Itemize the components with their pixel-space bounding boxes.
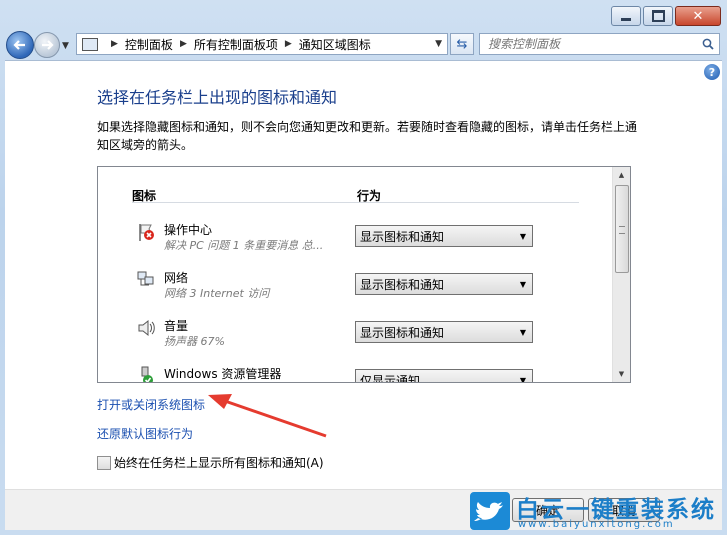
chevron-down-icon: ▼ [519, 279, 526, 289]
window: ✕ ▼ ▶ 控制面板 ▶ 所有控制面板项 ▶ 通知区域图标 ▼ ⇆ ? 选择在任… [0, 0, 727, 535]
watermark-url: www.baiyunxitong.com [518, 519, 675, 530]
breadcrumb-chevron-icon[interactable]: ▶ [111, 39, 118, 49]
breadcrumb-control-panel[interactable]: 控制面板 [125, 36, 173, 53]
item-name: 网络 [164, 271, 189, 285]
behavior-value: 显示图标和通知 [360, 229, 445, 244]
forward-arrow-icon [42, 40, 54, 50]
close-button[interactable]: ✕ [675, 6, 721, 26]
refresh-icon: ⇆ [456, 36, 468, 52]
item-detail: 网络 3 Internet 访问 [164, 287, 270, 300]
page-title: 选择在任务栏上出现的图标和通知 [97, 88, 338, 107]
search-icon[interactable] [702, 38, 714, 50]
behavior-value: 显示图标和通知 [360, 277, 445, 292]
list-item: 操作中心 解决 PC 问题 1 条重要消息 总... 显示图标和通知 ▼ [98, 218, 608, 266]
breadcrumb-all-items[interactable]: 所有控制面板项 [194, 36, 278, 53]
chevron-down-icon: ▼ [519, 375, 526, 383]
maximize-button[interactable] [643, 6, 673, 26]
always-show-label[interactable]: 始终在任务栏上显示所有图标和通知(A) [114, 454, 324, 471]
behavior-value: 仅显示通知 [360, 373, 421, 383]
control-panel-icon [82, 37, 98, 51]
chevron-down-icon: ▼ [519, 327, 526, 337]
caption-buttons: ✕ [611, 6, 721, 26]
behavior-select[interactable]: 显示图标和通知 ▼ [355, 273, 533, 295]
item-detail: 扬声器 67% [164, 335, 225, 348]
behavior-select[interactable]: 显示图标和通知 ▼ [355, 225, 533, 247]
item-name: 操作中心 [164, 223, 213, 237]
behavior-value: 显示图标和通知 [360, 325, 445, 340]
notification-icons-list[interactable]: 图标 行为 操作中心 解决 PC 问题 1 条重要消息 总... 显示图标和通知… [97, 166, 631, 383]
breadcrumb-chevron-icon[interactable]: ▶ [285, 39, 292, 49]
chevron-down-icon: ▼ [519, 231, 526, 241]
behavior-select[interactable]: 仅显示通知 ▼ [355, 369, 533, 383]
back-arrow-icon [13, 40, 25, 50]
close-icon: ✕ [692, 8, 704, 24]
item-detail: 解决 PC 问题 1 条重要消息 总... [164, 239, 324, 252]
address-dropdown-icon[interactable]: ▼ [435, 39, 442, 49]
scroll-thumb[interactable] [615, 185, 629, 273]
twitter-bird-icon [470, 492, 510, 530]
list-item: 网络 网络 3 Internet 访问 显示图标和通知 ▼ [98, 266, 608, 314]
list-item: 音量 扬声器 67% 显示图标和通知 ▼ [98, 314, 608, 362]
action-center-flag-icon [139, 224, 154, 241]
breadcrumb-notification-icons[interactable]: 通知区域图标 [299, 36, 371, 53]
minimize-button[interactable] [611, 6, 641, 26]
minimize-icon [621, 17, 631, 21]
system-icons-link[interactable]: 打开或关闭系统图标 [97, 396, 205, 413]
safely-remove-icon [141, 366, 153, 382]
forward-button[interactable] [34, 32, 60, 58]
volume-icon [138, 319, 155, 337]
scroll-down-icon[interactable]: ▼ [613, 366, 630, 382]
behavior-select[interactable]: 显示图标和通知 ▼ [355, 321, 533, 343]
list-item: Windows 资源管理器 仅显示通知 ▼ [98, 362, 608, 383]
back-button[interactable] [6, 31, 34, 59]
item-name: 音量 [164, 319, 189, 333]
maximize-icon [651, 10, 665, 22]
grip-icon [619, 226, 625, 234]
vertical-scrollbar[interactable]: ▲ ▼ [612, 167, 630, 382]
refresh-button[interactable]: ⇆ [450, 33, 474, 55]
restore-defaults-link[interactable]: 还原默认图标行为 [97, 425, 193, 442]
always-show-checkbox[interactable] [97, 456, 111, 470]
network-icon [137, 271, 154, 286]
breadcrumb-chevron-icon[interactable]: ▶ [180, 39, 187, 49]
page-description: 如果选择隐藏图标和通知，则不会向您通知更改和更新。若要随时查看隐藏的图标，请单击… [97, 120, 638, 152]
search-box[interactable] [479, 33, 720, 55]
watermark: 白云一键重装系统 www.baiyunxitong.com [470, 490, 727, 535]
address-bar[interactable]: ▶ 控制面板 ▶ 所有控制面板项 ▶ 通知区域图标 ▼ [76, 33, 448, 55]
help-icon[interactable]: ? [704, 64, 720, 80]
recent-pages-dropdown-icon[interactable]: ▼ [62, 41, 69, 51]
item-name: Windows 资源管理器 [164, 367, 282, 381]
scroll-up-icon[interactable]: ▲ [613, 167, 630, 183]
search-input[interactable] [480, 36, 690, 52]
header-divider [132, 202, 579, 203]
